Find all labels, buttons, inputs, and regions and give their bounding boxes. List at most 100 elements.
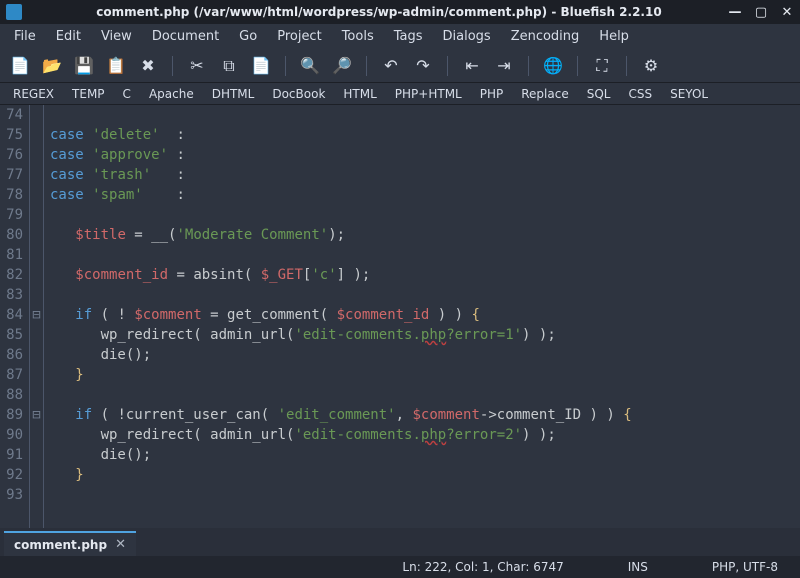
- minimize-button[interactable]: —: [728, 5, 742, 19]
- new-file-icon[interactable]: 📄: [8, 54, 32, 78]
- menu-document[interactable]: Document: [144, 26, 227, 47]
- quickbar: REGEXTEMPCApacheDHTMLDocBookHTML PHP+HTML…: [0, 83, 800, 105]
- quickbar-seyol[interactable]: SEYOL: [663, 85, 715, 103]
- code-line[interactable]: if ( ! $comment = get_comment( $comment_…: [50, 305, 800, 325]
- quickbar-css[interactable]: CSS: [621, 85, 659, 103]
- indent-icon[interactable]: ⇥: [492, 54, 516, 78]
- fold-empty: [30, 265, 43, 285]
- toolbar-separator: [172, 56, 173, 76]
- search-icon[interactable]: 🔍: [298, 54, 322, 78]
- document-tabbar: comment.php ✕: [0, 528, 800, 556]
- save-as-icon[interactable]: 📋: [104, 54, 128, 78]
- close-icon[interactable]: ✕: [115, 537, 126, 552]
- copy-icon[interactable]: ⧉: [217, 54, 241, 78]
- browser-preview-icon[interactable]: 🌐: [541, 54, 565, 78]
- code-line[interactable]: die();: [50, 345, 800, 365]
- code-line[interactable]: case 'delete' :: [50, 125, 800, 145]
- code-editor[interactable]: 7475767778798081828384858687888990919293…: [0, 105, 800, 528]
- code-line[interactable]: $title = __('Moderate Comment');: [50, 225, 800, 245]
- fold-empty: [30, 245, 43, 265]
- status-insert-mode[interactable]: INS: [616, 560, 660, 574]
- fullscreen-icon[interactable]: ⛶: [590, 54, 614, 78]
- code-line[interactable]: [50, 245, 800, 265]
- app-icon: [6, 4, 22, 20]
- line-number: 80: [4, 225, 23, 245]
- quickbar-php[interactable]: PHP: [473, 85, 511, 103]
- fold-toggle-icon[interactable]: ⊟: [30, 305, 43, 325]
- window-title: comment.php (/var/www/html/wordpress/wp-…: [30, 5, 728, 19]
- quickbar-temp[interactable]: TEMP: [65, 85, 112, 103]
- fold-empty: [30, 325, 43, 345]
- menu-view[interactable]: View: [93, 26, 140, 47]
- line-number: 83: [4, 285, 23, 305]
- menu-go[interactable]: Go: [231, 26, 265, 47]
- tab-comment-php[interactable]: comment.php ✕: [4, 531, 136, 556]
- code-line[interactable]: [50, 205, 800, 225]
- code-line[interactable]: $comment_id = absint( $_GET['c'] );: [50, 265, 800, 285]
- open-file-icon[interactable]: 📂: [40, 54, 64, 78]
- paste-icon[interactable]: 📄: [249, 54, 273, 78]
- titlebar: comment.php (/var/www/html/wordpress/wp-…: [0, 0, 800, 24]
- code-line[interactable]: [50, 385, 800, 405]
- status-encoding[interactable]: PHP, UTF-8: [700, 560, 790, 574]
- code-line[interactable]: wp_redirect( admin_url('edit-comments.ph…: [50, 425, 800, 445]
- fold-empty: [30, 165, 43, 185]
- code-line[interactable]: if ( !current_user_can( 'edit_comment', …: [50, 405, 800, 425]
- menu-tools[interactable]: Tools: [334, 26, 382, 47]
- line-number: 81: [4, 245, 23, 265]
- quickbar-regex[interactable]: REGEX: [6, 85, 61, 103]
- code-line[interactable]: [50, 485, 800, 505]
- code-line[interactable]: }: [50, 465, 800, 485]
- close-window-button[interactable]: ✕: [780, 5, 794, 19]
- toolbar-separator: [366, 56, 367, 76]
- maximize-button[interactable]: ▢: [754, 5, 768, 19]
- line-number: 76: [4, 145, 23, 165]
- code-line[interactable]: wp_redirect( admin_url('edit-comments.ph…: [50, 325, 800, 345]
- line-number: 88: [4, 385, 23, 405]
- line-number: 93: [4, 485, 23, 505]
- fold-empty: [30, 445, 43, 465]
- fold-empty: [30, 425, 43, 445]
- code-line[interactable]: case 'trash' :: [50, 165, 800, 185]
- quickbar-apache[interactable]: Apache: [142, 85, 201, 103]
- quickbar-dhtml[interactable]: DHTML: [205, 85, 262, 103]
- line-number: 84: [4, 305, 23, 325]
- menu-help[interactable]: Help: [591, 26, 637, 47]
- quickbar-sql[interactable]: SQL: [580, 85, 618, 103]
- menu-project[interactable]: Project: [269, 26, 329, 47]
- fold-empty: [30, 105, 43, 125]
- quickbar-replace[interactable]: Replace: [514, 85, 575, 103]
- toolbar-separator: [528, 56, 529, 76]
- quickbar-php-html[interactable]: PHP+HTML: [388, 85, 469, 103]
- redo-icon[interactable]: ↷: [411, 54, 435, 78]
- code-line[interactable]: die();: [50, 445, 800, 465]
- menubar: FileEditViewDocumentGoProjectToolsTagsDi…: [0, 24, 800, 49]
- toolbar-separator: [447, 56, 448, 76]
- unindent-icon[interactable]: ⇤: [460, 54, 484, 78]
- cut-icon[interactable]: ✂: [185, 54, 209, 78]
- quickbar-html[interactable]: HTML: [336, 85, 383, 103]
- line-number: 78: [4, 185, 23, 205]
- code-area[interactable]: case 'delete' :case 'approve' :case 'tra…: [44, 105, 800, 528]
- code-line[interactable]: case 'approve' :: [50, 145, 800, 165]
- preferences-icon[interactable]: ⚙: [639, 54, 663, 78]
- save-icon[interactable]: 💾: [72, 54, 96, 78]
- fold-toggle-icon[interactable]: ⊟: [30, 405, 43, 425]
- code-line[interactable]: }: [50, 365, 800, 385]
- menu-edit[interactable]: Edit: [48, 26, 89, 47]
- code-line[interactable]: [50, 285, 800, 305]
- code-line[interactable]: case 'spam' :: [50, 185, 800, 205]
- quickbar-docbook[interactable]: DocBook: [265, 85, 332, 103]
- menu-dialogs[interactable]: Dialogs: [435, 26, 499, 47]
- menu-zencoding[interactable]: Zencoding: [503, 26, 588, 47]
- quickbar-c[interactable]: C: [116, 85, 138, 103]
- fold-column[interactable]: ⊟⊟: [30, 105, 44, 528]
- search-replace-icon[interactable]: 🔎: [330, 54, 354, 78]
- line-number-gutter: 7475767778798081828384858687888990919293: [0, 105, 30, 528]
- menu-tags[interactable]: Tags: [386, 26, 431, 47]
- menu-file[interactable]: File: [6, 26, 44, 47]
- line-number: 90: [4, 425, 23, 445]
- undo-icon[interactable]: ↶: [379, 54, 403, 78]
- code-line[interactable]: [50, 105, 800, 125]
- close-file-icon[interactable]: ✖: [136, 54, 160, 78]
